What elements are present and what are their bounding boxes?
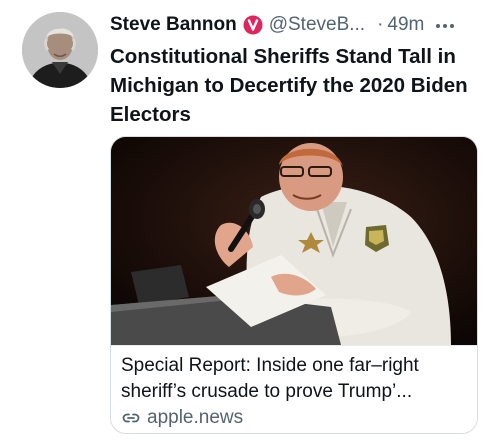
more-options-icon[interactable] <box>434 15 456 35</box>
card-domain-text: apple.news <box>147 407 244 428</box>
author-name[interactable]: Steve Bannon <box>110 14 237 36</box>
link-icon <box>122 413 140 423</box>
card-image[interactable] <box>111 137 477 345</box>
separator-dot: · <box>377 14 384 35</box>
tweet-header: Steve Bannon @SteveB... · 49m <box>110 12 490 38</box>
author-handle[interactable]: @SteveB... <box>269 14 365 36</box>
verified-badge-icon <box>243 15 263 35</box>
sheriff-photo <box>111 137 477 345</box>
card-divider <box>111 345 477 346</box>
author-avatar[interactable] <box>22 12 98 88</box>
tweet-text: Constitutional Sheriffs Stand Tall in Mi… <box>110 45 468 126</box>
tweet-timestamp[interactable]: 49m <box>387 14 424 36</box>
card-title[interactable]: Special Report: Inside one far–right she… <box>121 353 471 405</box>
link-card[interactable]: Special Report: Inside one far–right she… <box>110 136 478 434</box>
card-domain[interactable]: apple.news <box>121 407 243 429</box>
author-photo <box>22 12 98 88</box>
